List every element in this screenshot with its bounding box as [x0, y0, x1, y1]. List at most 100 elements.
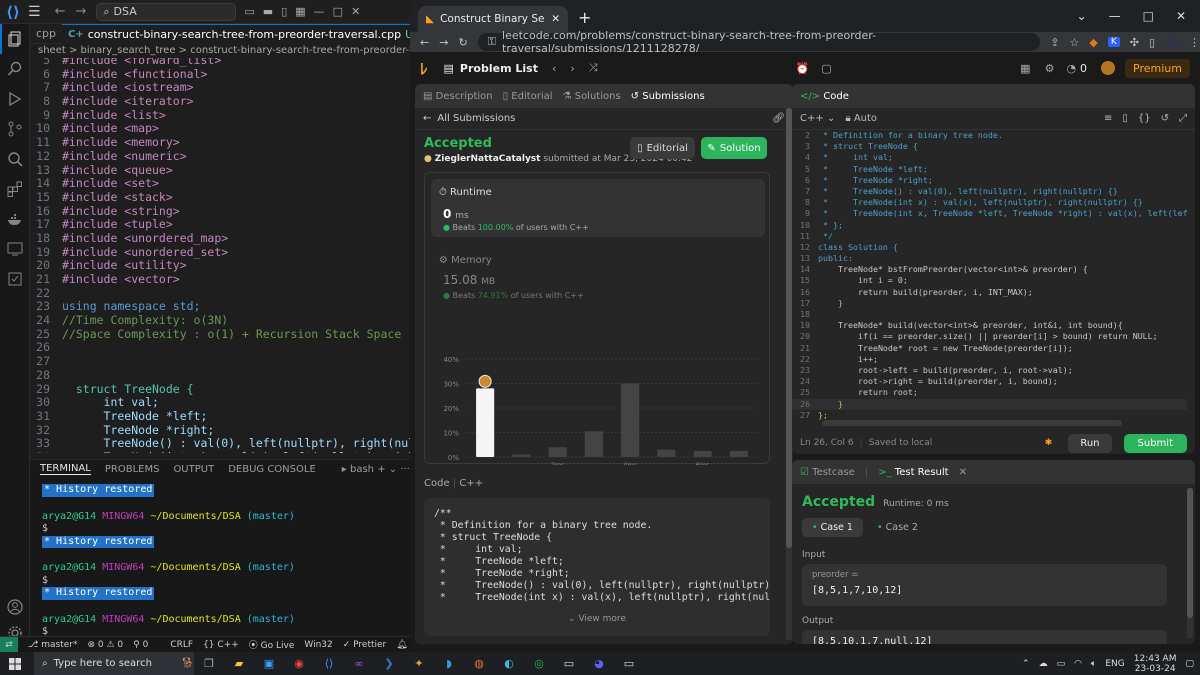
customize-layout-icon[interactable]: ▦: [295, 5, 305, 18]
tab-solutions[interactable]: ⚗ Solutions: [563, 91, 621, 102]
reload-icon[interactable]: ↻: [458, 36, 467, 49]
browser-menu-icon[interactable]: ⋮: [1189, 36, 1200, 49]
profile-avatar[interactable]: [1165, 35, 1179, 49]
back-icon[interactable]: ←: [55, 4, 66, 19]
problem-list-link[interactable]: Problem List: [460, 62, 538, 75]
sidebar-icon[interactable]: ▯: [281, 5, 287, 18]
terminal-taskbar-icon[interactable]: ▭: [558, 655, 580, 673]
braces-icon[interactable]: {}: [1138, 113, 1151, 124]
taskbar-search[interactable]: ⌕ Type here to search 🐕︎: [34, 652, 194, 675]
platform-status[interactable]: Win32: [304, 640, 332, 650]
back-arrow-icon[interactable]: ←: [423, 113, 431, 124]
right-scrollbar[interactable]: [1187, 488, 1193, 638]
tab-description[interactable]: ▤ Description: [423, 91, 493, 102]
view-more-link[interactable]: ⌄ View more: [424, 614, 770, 624]
close-icon[interactable]: ✕: [351, 5, 360, 18]
chrome-icon[interactable]: ◉: [288, 655, 310, 673]
shuffle-icon[interactable]: ⤨: [589, 61, 598, 75]
right-scrollbar-thumb[interactable]: [1187, 488, 1193, 618]
tab-left[interactable]: cpp: [30, 24, 62, 44]
k-extension-icon[interactable]: K: [1107, 37, 1120, 47]
tab-terminal[interactable]: TERMINAL: [40, 463, 91, 475]
discord-icon[interactable]: ◕: [588, 655, 610, 673]
panel-icon[interactable]: ▬: [263, 5, 273, 18]
case-1-tab[interactable]: • Case 1: [802, 518, 863, 537]
vscode-taskbar-icon[interactable]: ⟨⟩: [318, 655, 340, 673]
browser-forward-icon[interactable]: →: [439, 36, 448, 49]
visual-studio-icon[interactable]: ∞: [348, 655, 370, 673]
submitted-code-card[interactable]: /** * Definition for a binary tree node.…: [424, 498, 770, 636]
testing-icon[interactable]: [0, 264, 30, 294]
notification-icon[interactable]: ◔: [1066, 62, 1076, 75]
lc-code-editor[interactable]: 2 * Definition for a binary tree node. 3 …: [792, 130, 1187, 420]
battery-icon[interactable]: ▭: [1057, 659, 1066, 669]
docker-taskbar-icon[interactable]: ◗: [438, 655, 460, 673]
tab-problems[interactable]: PROBLEMS: [105, 464, 160, 475]
auto-mode[interactable]: 🔒︎ Auto: [845, 113, 877, 124]
store-icon[interactable]: ▣: [258, 655, 280, 673]
solution-button[interactable]: ✎ Solution: [701, 137, 767, 159]
grid-menu-icon[interactable]: ▦: [1020, 62, 1030, 75]
tray-chevron-icon[interactable]: ⌃: [1022, 659, 1030, 669]
file-explorer-icon[interactable]: ▰: [228, 655, 250, 673]
editor-hscrollbar[interactable]: [822, 420, 1122, 426]
notes-icon[interactable]: ▢: [821, 62, 831, 75]
golive-status[interactable]: ⦿ Go Live: [249, 638, 295, 651]
eol-status[interactable]: CRLF: [170, 640, 193, 650]
editorial-button[interactable]: ▯ Editorial: [630, 137, 695, 159]
next-problem-icon[interactable]: ›: [570, 62, 574, 75]
network-icon[interactable]: ◠: [1074, 659, 1082, 669]
minimize-icon[interactable]: —: [314, 5, 325, 18]
run-debug-icon[interactable]: [0, 84, 30, 114]
share-icon[interactable]: ⇪: [1050, 36, 1059, 49]
spotify-icon[interactable]: ◎: [528, 655, 550, 673]
browser-back-icon[interactable]: ←: [420, 36, 429, 49]
window-close-icon[interactable]: ✕: [1176, 9, 1186, 23]
debug-icon[interactable]: ✱: [1045, 438, 1053, 448]
tab-test-result[interactable]: >_ Test Result: [878, 467, 948, 478]
window-maximize-icon[interactable]: □: [1143, 9, 1154, 23]
tab-debug-console[interactable]: DEBUG CONSOLE: [228, 464, 316, 475]
remote-icon[interactable]: ⇄: [0, 636, 18, 653]
bookmark-icon[interactable]: ▯: [1122, 113, 1128, 124]
tab-output[interactable]: OUTPUT: [173, 464, 214, 475]
breadcrumb[interactable]: sheet > binary_search_tree > construct-b…: [30, 44, 410, 58]
premium-button[interactable]: Premium: [1125, 58, 1190, 78]
windows-start-icon[interactable]: [4, 655, 26, 673]
tab-testcase[interactable]: ☑ Testcase: [800, 467, 855, 478]
bell-icon[interactable]: 🔔︎: [396, 640, 407, 650]
case-2-tab[interactable]: • Case 2: [871, 518, 924, 537]
language-select[interactable]: C++ ⌄: [800, 113, 835, 124]
search-icon-2[interactable]: [0, 144, 30, 174]
cmd-icon[interactable]: ▭: [618, 655, 640, 673]
tab-editorial[interactable]: ▯ Editorial: [503, 91, 553, 102]
task-view-icon[interactable]: ❐: [198, 655, 220, 673]
source-control-icon[interactable]: [0, 114, 30, 144]
all-submissions-row[interactable]: ← All Submissions 🔗︎: [415, 108, 793, 130]
volume-icon[interactable]: 🔈︎: [1091, 659, 1096, 669]
fullscreen-icon[interactable]: ⤢: [1179, 113, 1187, 124]
terminal-shell-label[interactable]: ▸ bash + ⌄ ···: [342, 464, 410, 475]
git-icon[interactable]: ✦: [408, 655, 430, 673]
all-submissions-link[interactable]: All Submissions: [437, 113, 515, 124]
forward-icon[interactable]: →: [75, 4, 86, 19]
code-editor[interactable]: 5 #include <forward_list> 6 #include <funct…: [30, 58, 410, 453]
app-icon[interactable]: ◐: [498, 655, 520, 673]
branch-status[interactable]: ⎇ master*: [28, 640, 77, 650]
runtime-distribution-chart[interactable]: 40% 30% 20% 10% 0% 2ms 4ms 6ms: [427, 305, 767, 465]
search-icon[interactable]: [0, 54, 30, 84]
tab-close-icon[interactable]: ✕: [959, 467, 967, 478]
format-icon[interactable]: ≡: [1104, 113, 1112, 124]
tab-search-icon[interactable]: ⌄: [1077, 9, 1087, 23]
run-button[interactable]: Run: [1068, 433, 1112, 453]
runtime-card[interactable]: ⏱ Runtime 0 ms ● Beats 100.00% of users …: [431, 179, 765, 237]
sidepanel-icon[interactable]: ▯: [1149, 36, 1155, 49]
tab-active-file[interactable]: C+ construct-binary-search-tree-from-pre…: [62, 23, 420, 44]
address-bar[interactable]: ⚿ leetcode.com/problems/construct-binary…: [477, 29, 1041, 55]
problems-status[interactable]: ⊗ 0 ⚠ 0: [87, 640, 123, 650]
prettier-status[interactable]: ✓ Prettier: [343, 640, 387, 650]
extensions-puzzle-icon[interactable]: ✣: [1130, 36, 1139, 49]
prev-problem-icon[interactable]: ‹: [552, 62, 556, 75]
submitter-name[interactable]: ZieglerNattaCatalyst: [435, 154, 541, 164]
reset-icon[interactable]: ↺: [1161, 113, 1169, 124]
